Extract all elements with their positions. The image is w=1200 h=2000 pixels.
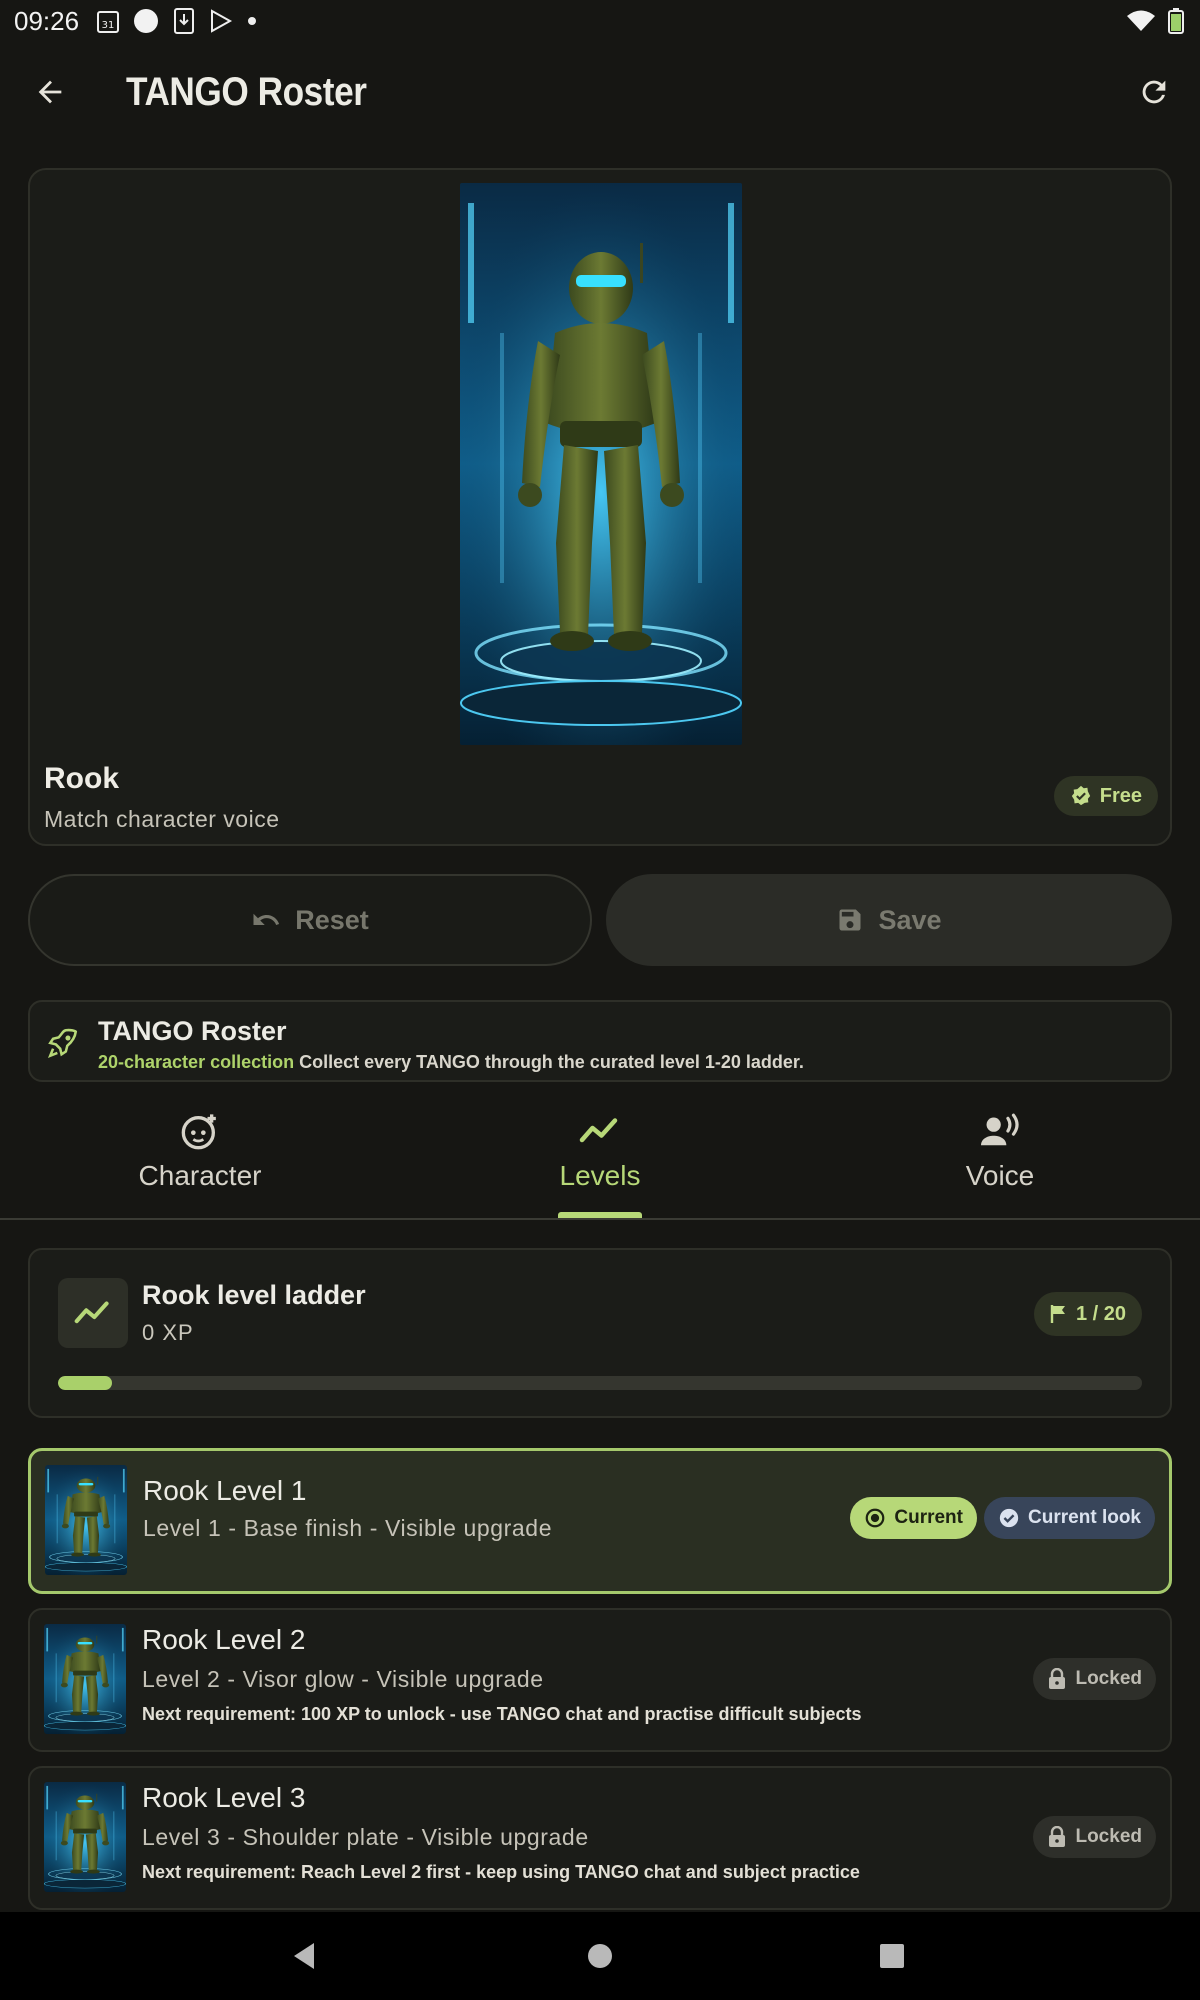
- face-icon: [180, 1110, 220, 1152]
- save-label: Save: [878, 904, 942, 935]
- tab-levels[interactable]: Levels: [400, 1100, 800, 1218]
- system-nav-bar: [0, 1912, 1200, 2000]
- refresh-button[interactable]: [1132, 70, 1176, 114]
- dot-icon: [247, 16, 257, 26]
- tab-label: Voice: [965, 1160, 1035, 1191]
- level-thumbnail: [44, 1782, 126, 1892]
- battery-icon: [1168, 8, 1184, 34]
- radio-checked-icon: [866, 1508, 885, 1528]
- nav-back-button[interactable]: [282, 1934, 326, 1978]
- tab-voice[interactable]: Voice: [800, 1100, 1200, 1218]
- refresh-icon: [1142, 80, 1166, 104]
- level-title: Rook Level 1: [143, 1475, 307, 1506]
- ladder-xp: 0 XP: [142, 1320, 194, 1345]
- save-icon: [839, 909, 861, 931]
- roster-info-banner: TANGO Roster 20-character collection Col…: [28, 1000, 1172, 1082]
- free-badge-label: Free: [1099, 784, 1142, 807]
- tab-character[interactable]: Character: [0, 1100, 400, 1218]
- tab-label: Levels: [559, 1160, 641, 1191]
- square-recents-icon: [880, 1944, 904, 1968]
- level-row-1[interactable]: Rook Level 1 Level 1 - Base finish - Vis…: [28, 1448, 1172, 1594]
- locked-badge: Locked: [1033, 1658, 1156, 1700]
- status-left-icons: 31: [97, 8, 257, 34]
- level-row-3[interactable]: Rook Level 3 Level 3 - Shoulder plate - …: [28, 1766, 1172, 1910]
- nav-recents-button[interactable]: [870, 1934, 914, 1978]
- level-count: 1 / 20: [1075, 1302, 1126, 1325]
- locked-badge: Locked: [1033, 1816, 1156, 1858]
- level-title: Rook Level 3: [142, 1782, 306, 1813]
- status-bar: 09:26 31: [0, 0, 1200, 42]
- banner-description: Collect every TANGO through the curated …: [299, 1052, 804, 1072]
- xp-progress-bar: [58, 1376, 1142, 1390]
- undo-icon: [253, 913, 280, 925]
- level-row-2[interactable]: Rook Level 2 Level 2 - Visor glow - Visi…: [28, 1608, 1172, 1752]
- wifi-icon: [1126, 9, 1156, 33]
- circle-home-icon: [588, 1944, 612, 1968]
- character-portrait: [460, 183, 742, 745]
- svg-text:31: 31: [102, 20, 115, 31]
- tab-bar: Character Levels Voice: [0, 1100, 1200, 1220]
- banner-title: TANGO Roster: [98, 1016, 287, 1046]
- triangle-back-icon: [294, 1943, 314, 1969]
- trend-icon: [58, 1278, 128, 1348]
- xp-progress-fill: [58, 1376, 113, 1390]
- current-look-badge: Current look: [984, 1497, 1155, 1539]
- character-subtitle: Match character voice: [44, 806, 280, 832]
- nav-home-button[interactable]: [578, 1934, 622, 1978]
- tab-label: Character: [138, 1160, 262, 1191]
- level-subtitle: Level 3 - Shoulder plate - Visible upgra…: [142, 1824, 589, 1850]
- voice-icon: [979, 1110, 1021, 1152]
- current-badge: Current: [850, 1497, 977, 1539]
- level-requirement: Next requirement: Reach Level 2 first - …: [142, 1862, 860, 1882]
- check-circle-icon: [999, 1508, 1019, 1528]
- play-store-icon: [209, 9, 233, 33]
- download-icon: [173, 8, 195, 34]
- verified-icon: [1071, 785, 1090, 806]
- reset-button[interactable]: Reset: [28, 874, 592, 966]
- lock-icon: [1049, 1826, 1066, 1847]
- ladder-title: Rook level ladder: [142, 1280, 366, 1310]
- rocket-icon: [46, 1026, 80, 1060]
- level-thumbnail: [44, 1624, 126, 1734]
- level-ladder-card: Rook level ladder 0 XP 1 / 20: [28, 1248, 1172, 1418]
- banner-text: 20-character collection Collect every TA…: [98, 1052, 804, 1073]
- level-requirement: Next requirement: 100 XP to unlock - use…: [142, 1704, 862, 1724]
- banner-highlight: 20-character collection: [98, 1052, 295, 1072]
- level-subtitle: Level 1 - Base finish - Visible upgrade: [143, 1515, 553, 1541]
- level-title: Rook Level 2: [142, 1624, 306, 1655]
- back-button[interactable]: [28, 70, 72, 114]
- level-count-badge: 1 / 20: [1033, 1292, 1142, 1336]
- current-badge-label: Current: [894, 1507, 963, 1528]
- app-bar: TANGO Roster: [0, 52, 1200, 132]
- calendar-icon: 31: [97, 9, 120, 33]
- character-name: Rook: [44, 762, 119, 795]
- circle-icon: [133, 8, 159, 34]
- level-subtitle: Level 2 - Visor glow - Visible upgrade: [142, 1666, 544, 1692]
- lock-icon: [1049, 1668, 1066, 1689]
- arrow-back-icon: [38, 80, 62, 104]
- locked-label: Locked: [1075, 1826, 1142, 1847]
- character-hero-card: Rook Match character voice Free: [28, 168, 1172, 846]
- current-look-label: Current look: [1028, 1507, 1141, 1528]
- reset-label: Reset: [295, 904, 369, 935]
- status-time: 09:26: [14, 5, 80, 36]
- level-thumbnail: [45, 1465, 127, 1575]
- save-button[interactable]: Save: [606, 874, 1172, 966]
- status-right-icons: [1126, 8, 1184, 34]
- active-tab-indicator: [558, 1212, 642, 1218]
- flag-icon: [1050, 1305, 1065, 1323]
- page-title: TANGO Roster: [126, 70, 367, 114]
- free-badge: Free: [1053, 776, 1158, 816]
- trend-icon: [579, 1110, 621, 1152]
- locked-label: Locked: [1075, 1668, 1142, 1689]
